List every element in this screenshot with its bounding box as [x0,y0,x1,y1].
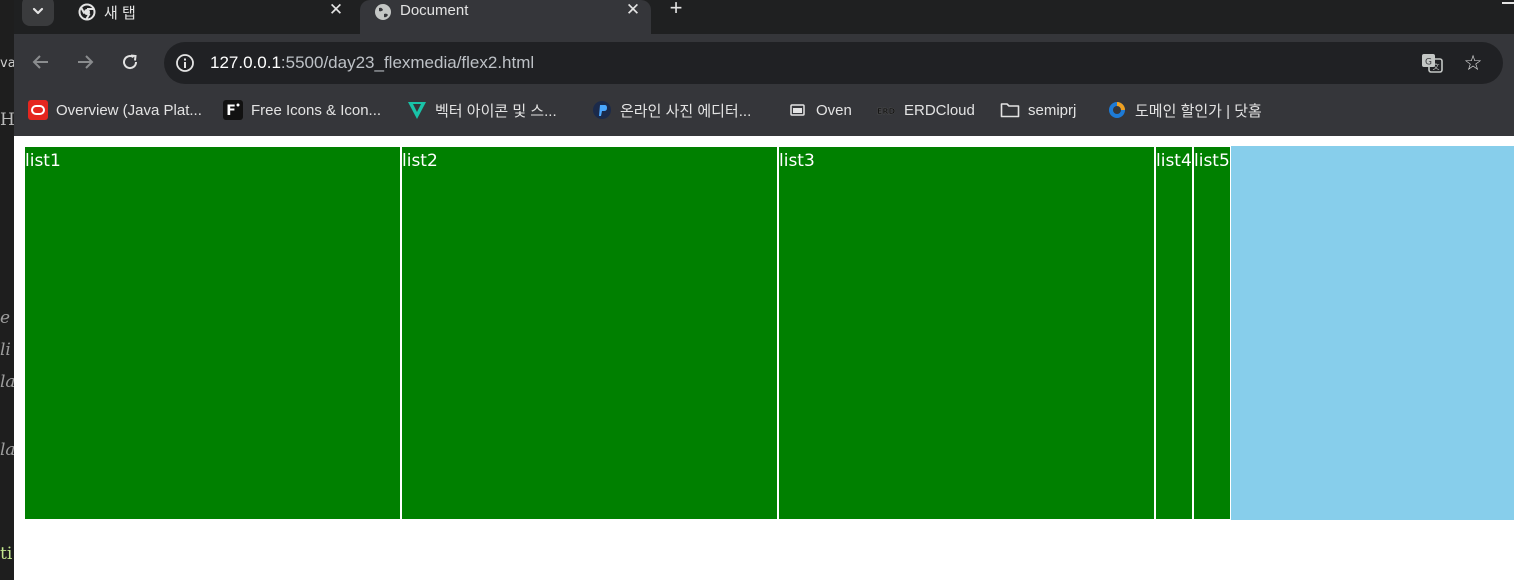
bookmarks-bar: Overview (Java Plat... F Free Icons & Ic… [14,90,1514,136]
bookmark-item[interactable]: 벡터 아이콘 및 스... [407,99,557,121]
arrow-left-icon [32,55,48,69]
flaticon-icon: F [223,100,243,120]
flex-item: list4 [1155,146,1193,520]
flex-item: list3 [778,146,1155,520]
bookmark-item[interactable]: 온라인 사진 에디터... [592,99,751,121]
bookmark-label: semiprj [1028,101,1077,119]
editor-text: va [0,56,14,71]
close-icon[interactable]: ✕ [326,0,346,20]
bookmark-label: Free Icons & Icon... [251,101,382,119]
arrow-right-icon [78,55,94,69]
editor-text: la [0,440,14,460]
flex-item: list1 [24,146,401,520]
bookmark-label: Oven [816,101,852,119]
bookmark-item[interactable]: semiprj [1000,99,1076,121]
url-path: :5500/day23_flexmedia/flex2.html [280,53,535,72]
bookmark-item[interactable]: ERD ERDCloud [876,99,975,121]
tab-title: Document [400,2,469,19]
bookmark-label: ERDCloud [904,101,975,119]
reload-icon [123,54,138,70]
tab-document[interactable]: Document ✕ [360,0,651,34]
flex-item: list5 [1193,146,1231,520]
editor-text: e [0,308,11,328]
editor-text: li [0,340,11,360]
tab-title: 새 탭 [104,5,136,22]
chrome-icon [78,3,96,21]
page-viewport: list1 list2 list3 list4 list5 [14,136,1514,580]
url-text[interactable]: 127.0.0.1:5500/day23_flexmedia/flex2.htm… [210,53,534,73]
bookmark-label: 도메인 할인가 | 닷홈 [1135,102,1262,120]
minimize-button[interactable] [1502,2,1514,4]
dothome-icon [1107,100,1127,120]
browser-window: 새 탭 ✕ Document ✕ + 127.0.0.1:5500/day23_… [14,0,1514,580]
close-icon[interactable]: ✕ [623,0,643,20]
tab-new-tab[interactable]: 새 탭 ✕ [64,0,354,34]
flex-item: list2 [401,146,778,520]
bookmark-label: 벡터 아이콘 및 스... [435,102,557,120]
bookmark-item[interactable]: Oven [788,99,852,121]
bookmark-item[interactable]: F Free Icons & Icon... [223,99,381,121]
background-editor-window: va H e li la la ti [0,0,14,580]
editor-text: ti [0,544,13,564]
reload-button[interactable] [117,49,143,75]
globe-icon [374,3,392,21]
address-bar[interactable]: 127.0.0.1:5500/day23_flexmedia/flex2.htm… [164,42,1503,84]
editor-text: la [0,372,14,392]
info-icon[interactable] [174,52,196,74]
bookmark-item[interactable]: Overview (Java Plat... [28,99,202,121]
flex-container: list1 list2 list3 list4 list5 [24,146,1514,520]
bookmark-label: Overview (Java Plat... [56,101,202,119]
oven-icon [788,100,808,120]
svg-text:G: G [1425,58,1432,68]
erd-icon: ERD [876,100,896,120]
oracle-icon [28,100,48,120]
tab-strip: 새 탭 ✕ Document ✕ + [14,0,1514,34]
photo-editor-icon [592,100,612,120]
vector-icon [407,100,427,120]
tab-search-button[interactable] [22,0,54,26]
browser-toolbar: 127.0.0.1:5500/day23_flexmedia/flex2.htm… [14,34,1514,90]
bookmark-item[interactable]: 도메인 할인가 | 닷홈 [1107,99,1262,121]
svg-text:文: 文 [1433,62,1440,71]
folder-icon [1000,100,1020,120]
svg-text:F: F [226,103,236,119]
bookmark-label: 온라인 사진 에디터... [620,102,752,120]
translate-icon[interactable]: G文 [1420,51,1444,75]
back-button[interactable] [28,49,54,75]
chevron-down-icon [32,7,44,15]
new-tab-button[interactable]: + [664,0,688,20]
forward-button[interactable] [72,49,98,75]
svg-text:ERD: ERD [877,107,896,116]
bookmark-star-icon[interactable]: ☆ [1460,50,1486,76]
url-host: 127.0.0.1 [210,53,281,72]
editor-text: H [0,110,14,130]
